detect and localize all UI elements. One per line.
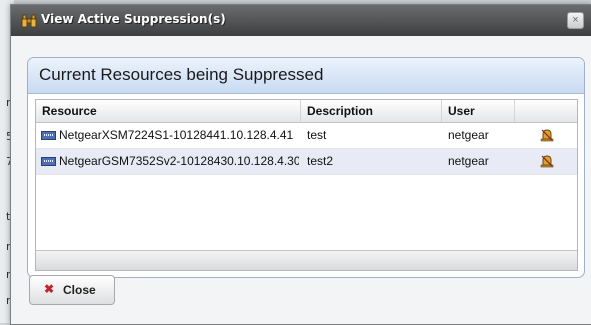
column-header-actions [515, 100, 577, 122]
user-cell: netgear [448, 128, 489, 142]
binoculars-icon [21, 14, 37, 28]
suppression-table: Resource Description User NetgearXSM7224… [35, 99, 578, 271]
bell-icon[interactable] [540, 128, 554, 142]
column-header-resource[interactable]: Resource [36, 100, 301, 122]
dialog-close-button[interactable]: × [567, 12, 584, 29]
x-icon: ✖ [44, 282, 55, 296]
panel-header: Current Resources being Suppressed [28, 58, 584, 94]
user-cell: netgear [448, 154, 489, 168]
bell-icon[interactable] [540, 154, 554, 168]
column-header-description[interactable]: Description [301, 100, 442, 122]
suppressed-resources-panel: Current Resources being Suppressed Resou… [27, 57, 585, 278]
table-footer [36, 250, 577, 270]
table-row[interactable]: NetgearXSM7224S1-10128441.10.128.4.41 te… [36, 123, 577, 149]
dialog-titlebar[interactable]: View Active Suppression(s) × [11, 5, 591, 36]
dialog-content: Current Resources being Suppressed Resou… [11, 36, 591, 324]
panel-title: Current Resources being Suppressed [39, 65, 324, 84]
resource-cell: NetgearXSM7224S1-10128441.10.128.4.41 [59, 128, 294, 142]
table-header: Resource Description User [36, 100, 577, 123]
description-cell: test [307, 128, 327, 142]
column-header-user[interactable]: User [442, 100, 515, 122]
suppression-dialog: View Active Suppression(s) × Current Res… [10, 4, 591, 325]
close-button[interactable]: ✖ Close [29, 275, 115, 305]
table-row[interactable]: NetgearGSM7352Sv2-10128430.10.128.4.30 t… [36, 149, 577, 175]
dialog-title: View Active Suppression(s) [41, 12, 226, 26]
device-icon [41, 157, 56, 166]
device-icon [41, 131, 56, 140]
resource-cell: NetgearGSM7352Sv2-10128430.10.128.4.30 [59, 154, 299, 168]
description-cell: test2 [307, 154, 334, 168]
close-button-label: Close [63, 283, 96, 297]
